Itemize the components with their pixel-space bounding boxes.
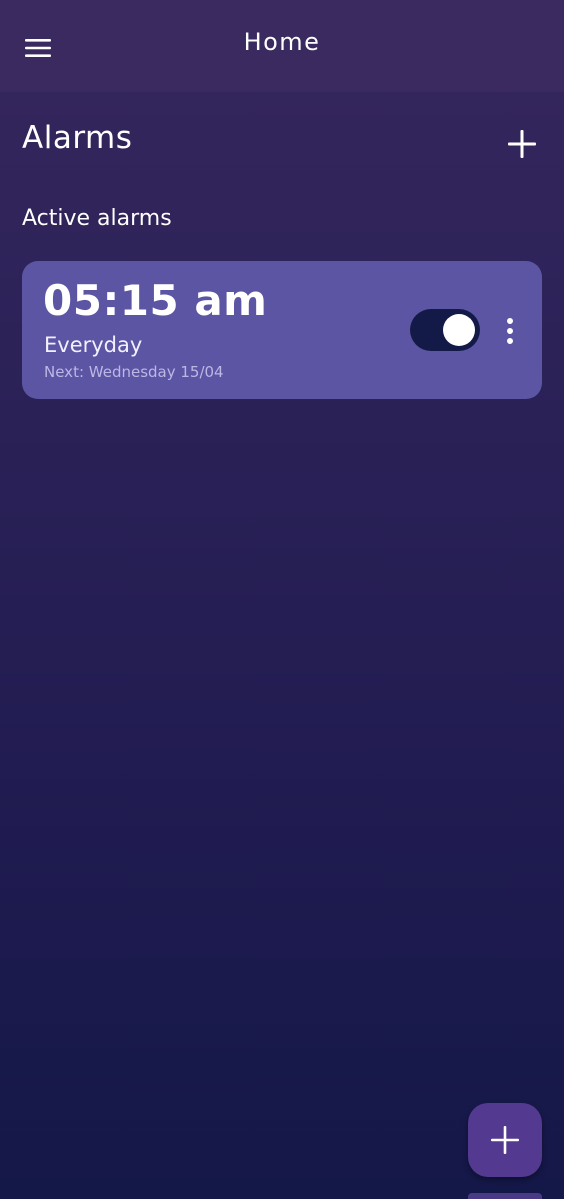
toggle-thumb	[443, 314, 475, 346]
alarm-more-options-button[interactable]	[498, 313, 522, 349]
bottom-sheet-peek	[468, 1193, 542, 1199]
home-screen: Home Alarms Active alarms 05:15 am Every…	[0, 0, 564, 1199]
alarm-time: 05:15 am	[43, 276, 268, 325]
alarm-repeat-label: Everyday	[44, 333, 143, 357]
active-alarms-heading: Active alarms	[22, 206, 172, 231]
alarms-title: Alarms	[22, 120, 133, 156]
app-bar: Home	[0, 0, 564, 92]
alarm-next-occurrence: Next: Wednesday 15/04	[44, 363, 224, 381]
app-title: Home	[243, 28, 321, 56]
more-vert-icon-dot	[507, 338, 513, 344]
more-vert-icon-dot	[507, 328, 513, 334]
alarm-card[interactable]: 05:15 am Everyday Next: Wednesday 15/04	[22, 261, 542, 399]
alarm-enabled-toggle[interactable]	[410, 309, 480, 351]
more-vert-icon-dot	[507, 318, 513, 324]
add-alarm-button[interactable]	[500, 122, 544, 166]
plus-icon	[508, 130, 536, 158]
add-alarm-fab[interactable]	[468, 1103, 542, 1177]
plus-icon	[491, 1126, 519, 1154]
